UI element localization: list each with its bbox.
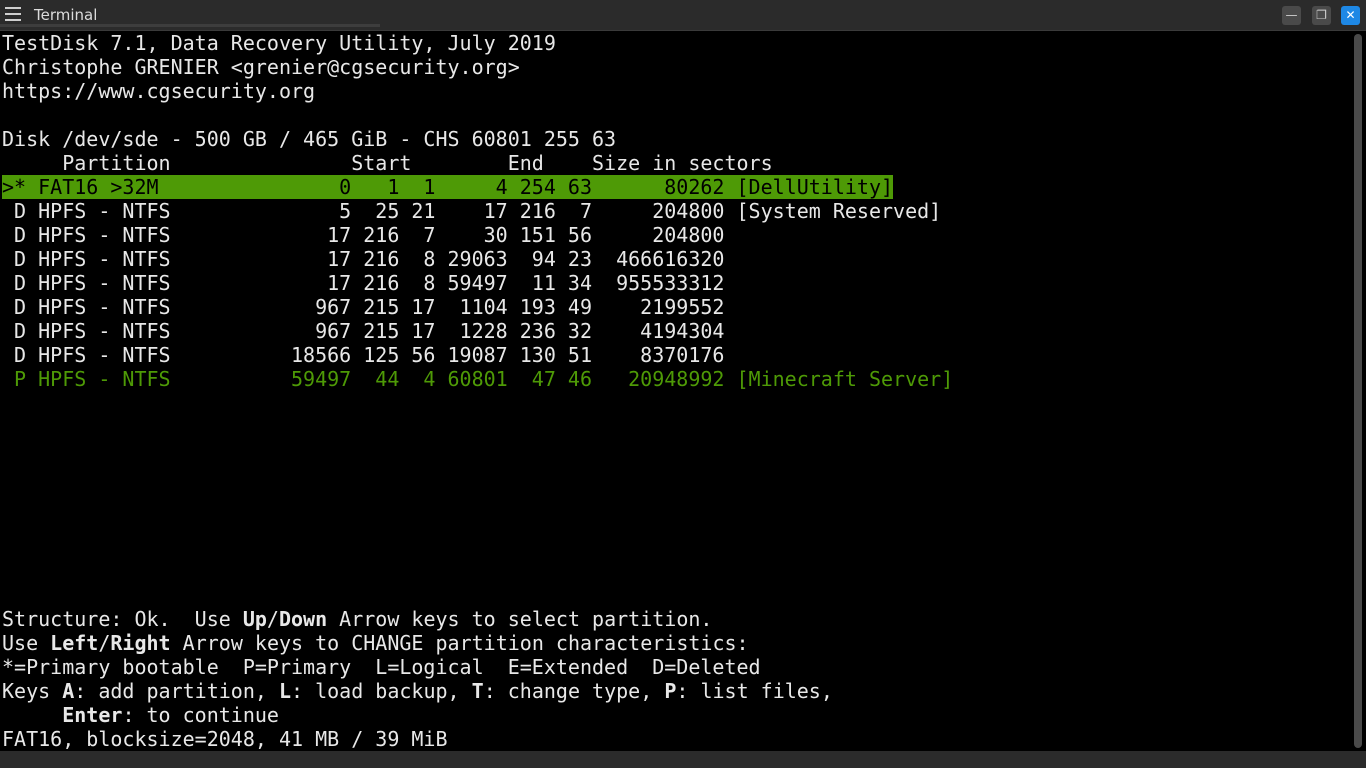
key-p: P [664, 679, 677, 703]
help-text: Arrow keys to CHANGE partition character… [170, 631, 749, 655]
help-text: : add partition, [74, 679, 279, 703]
window-bottom-bar [0, 751, 1366, 768]
hamburger-menu-icon[interactable] [5, 7, 21, 21]
help-text: Arrow keys to select partition. [327, 607, 713, 631]
key-l: L [278, 679, 292, 703]
partition-row[interactable]: D HPFS - NTFS 17 216 8 59497 11 34 95553… [2, 271, 724, 295]
header-line: Christophe GRENIER <grenier@cgsecurity.o… [2, 55, 520, 79]
help-text: Keys [2, 679, 63, 703]
table-header: Partition Start End Size in sectors [2, 151, 773, 175]
close-button[interactable]: ✕ [1341, 6, 1360, 25]
partition-row[interactable]: D HPFS - NTFS 967 215 17 1228 236 32 419… [2, 319, 724, 343]
minimize-button[interactable]: — [1282, 6, 1301, 25]
partition-row[interactable]: D HPFS - NTFS 17 216 7 30 151 56 204800 [2, 223, 724, 247]
key-left: Left [50, 631, 99, 655]
window-title: Terminal [34, 6, 98, 24]
terminal-scrollbar[interactable] [1354, 34, 1362, 748]
terminal-output[interactable]: TestDisk 7.1, Data Recovery Utility, Jul… [0, 31, 1344, 751]
partition-row[interactable]: D HPFS - NTFS 967 215 17 1104 193 49 219… [2, 295, 724, 319]
help-text [2, 703, 62, 727]
help-line-structure: Structure: Ok. Use Up/Down Arrow keys to… [2, 607, 712, 631]
key-enter: Enter [62, 703, 123, 727]
header-line: TestDisk 7.1, Data Recovery Utility, Jul… [2, 31, 556, 55]
disk-info: Disk /dev/sde - 500 GB / 465 GiB - CHS 6… [2, 127, 617, 151]
key-right: Right [110, 631, 171, 655]
tab-indicator [0, 24, 380, 27]
restore-button[interactable]: ❐ [1312, 6, 1331, 25]
partition-row[interactable]: D HPFS - NTFS 17 216 8 29063 94 23 46661… [2, 247, 724, 271]
status-line: FAT16, blocksize=2048, 41 MB / 39 MiB [2, 727, 448, 751]
legend-line: *=Primary bootable P=Primary L=Logical E… [2, 655, 761, 679]
help-text: / [98, 631, 111, 655]
help-text: : change type, [483, 679, 665, 703]
help-text: / [266, 607, 279, 631]
help-text: : to continue [122, 703, 279, 727]
help-text: Structure: Ok. Use [2, 607, 243, 631]
key-a: A [62, 679, 75, 703]
key-down: Down [278, 607, 328, 631]
partition-row[interactable]: D HPFS - NTFS 18566 125 56 19087 130 51 … [2, 343, 724, 367]
keys-line: Keys A: add partition, L: load backup, T… [2, 679, 833, 703]
help-line-change: Use Left/Right Arrow keys to CHANGE part… [2, 631, 749, 655]
help-text: : list files, [676, 679, 833, 703]
key-up: Up [242, 607, 267, 631]
help-text: : load backup, [291, 679, 472, 703]
partition-row[interactable]: D HPFS - NTFS 5 25 21 17 216 7 204800 [S… [2, 199, 941, 223]
key-t: T [471, 679, 484, 703]
enter-line: Enter: to continue [2, 703, 279, 727]
help-text: Use [2, 631, 51, 655]
partition-row-selected[interactable]: >* FAT16 >32M 0 1 1 4 254 63 80262 [Dell… [2, 175, 894, 199]
window-titlebar: Terminal — ❐ ✕ [0, 0, 1366, 31]
header-line: https://www.cgsecurity.org [2, 79, 316, 103]
partition-row-primary[interactable]: P HPFS - NTFS 59497 44 4 60801 47 46 209… [2, 367, 953, 391]
